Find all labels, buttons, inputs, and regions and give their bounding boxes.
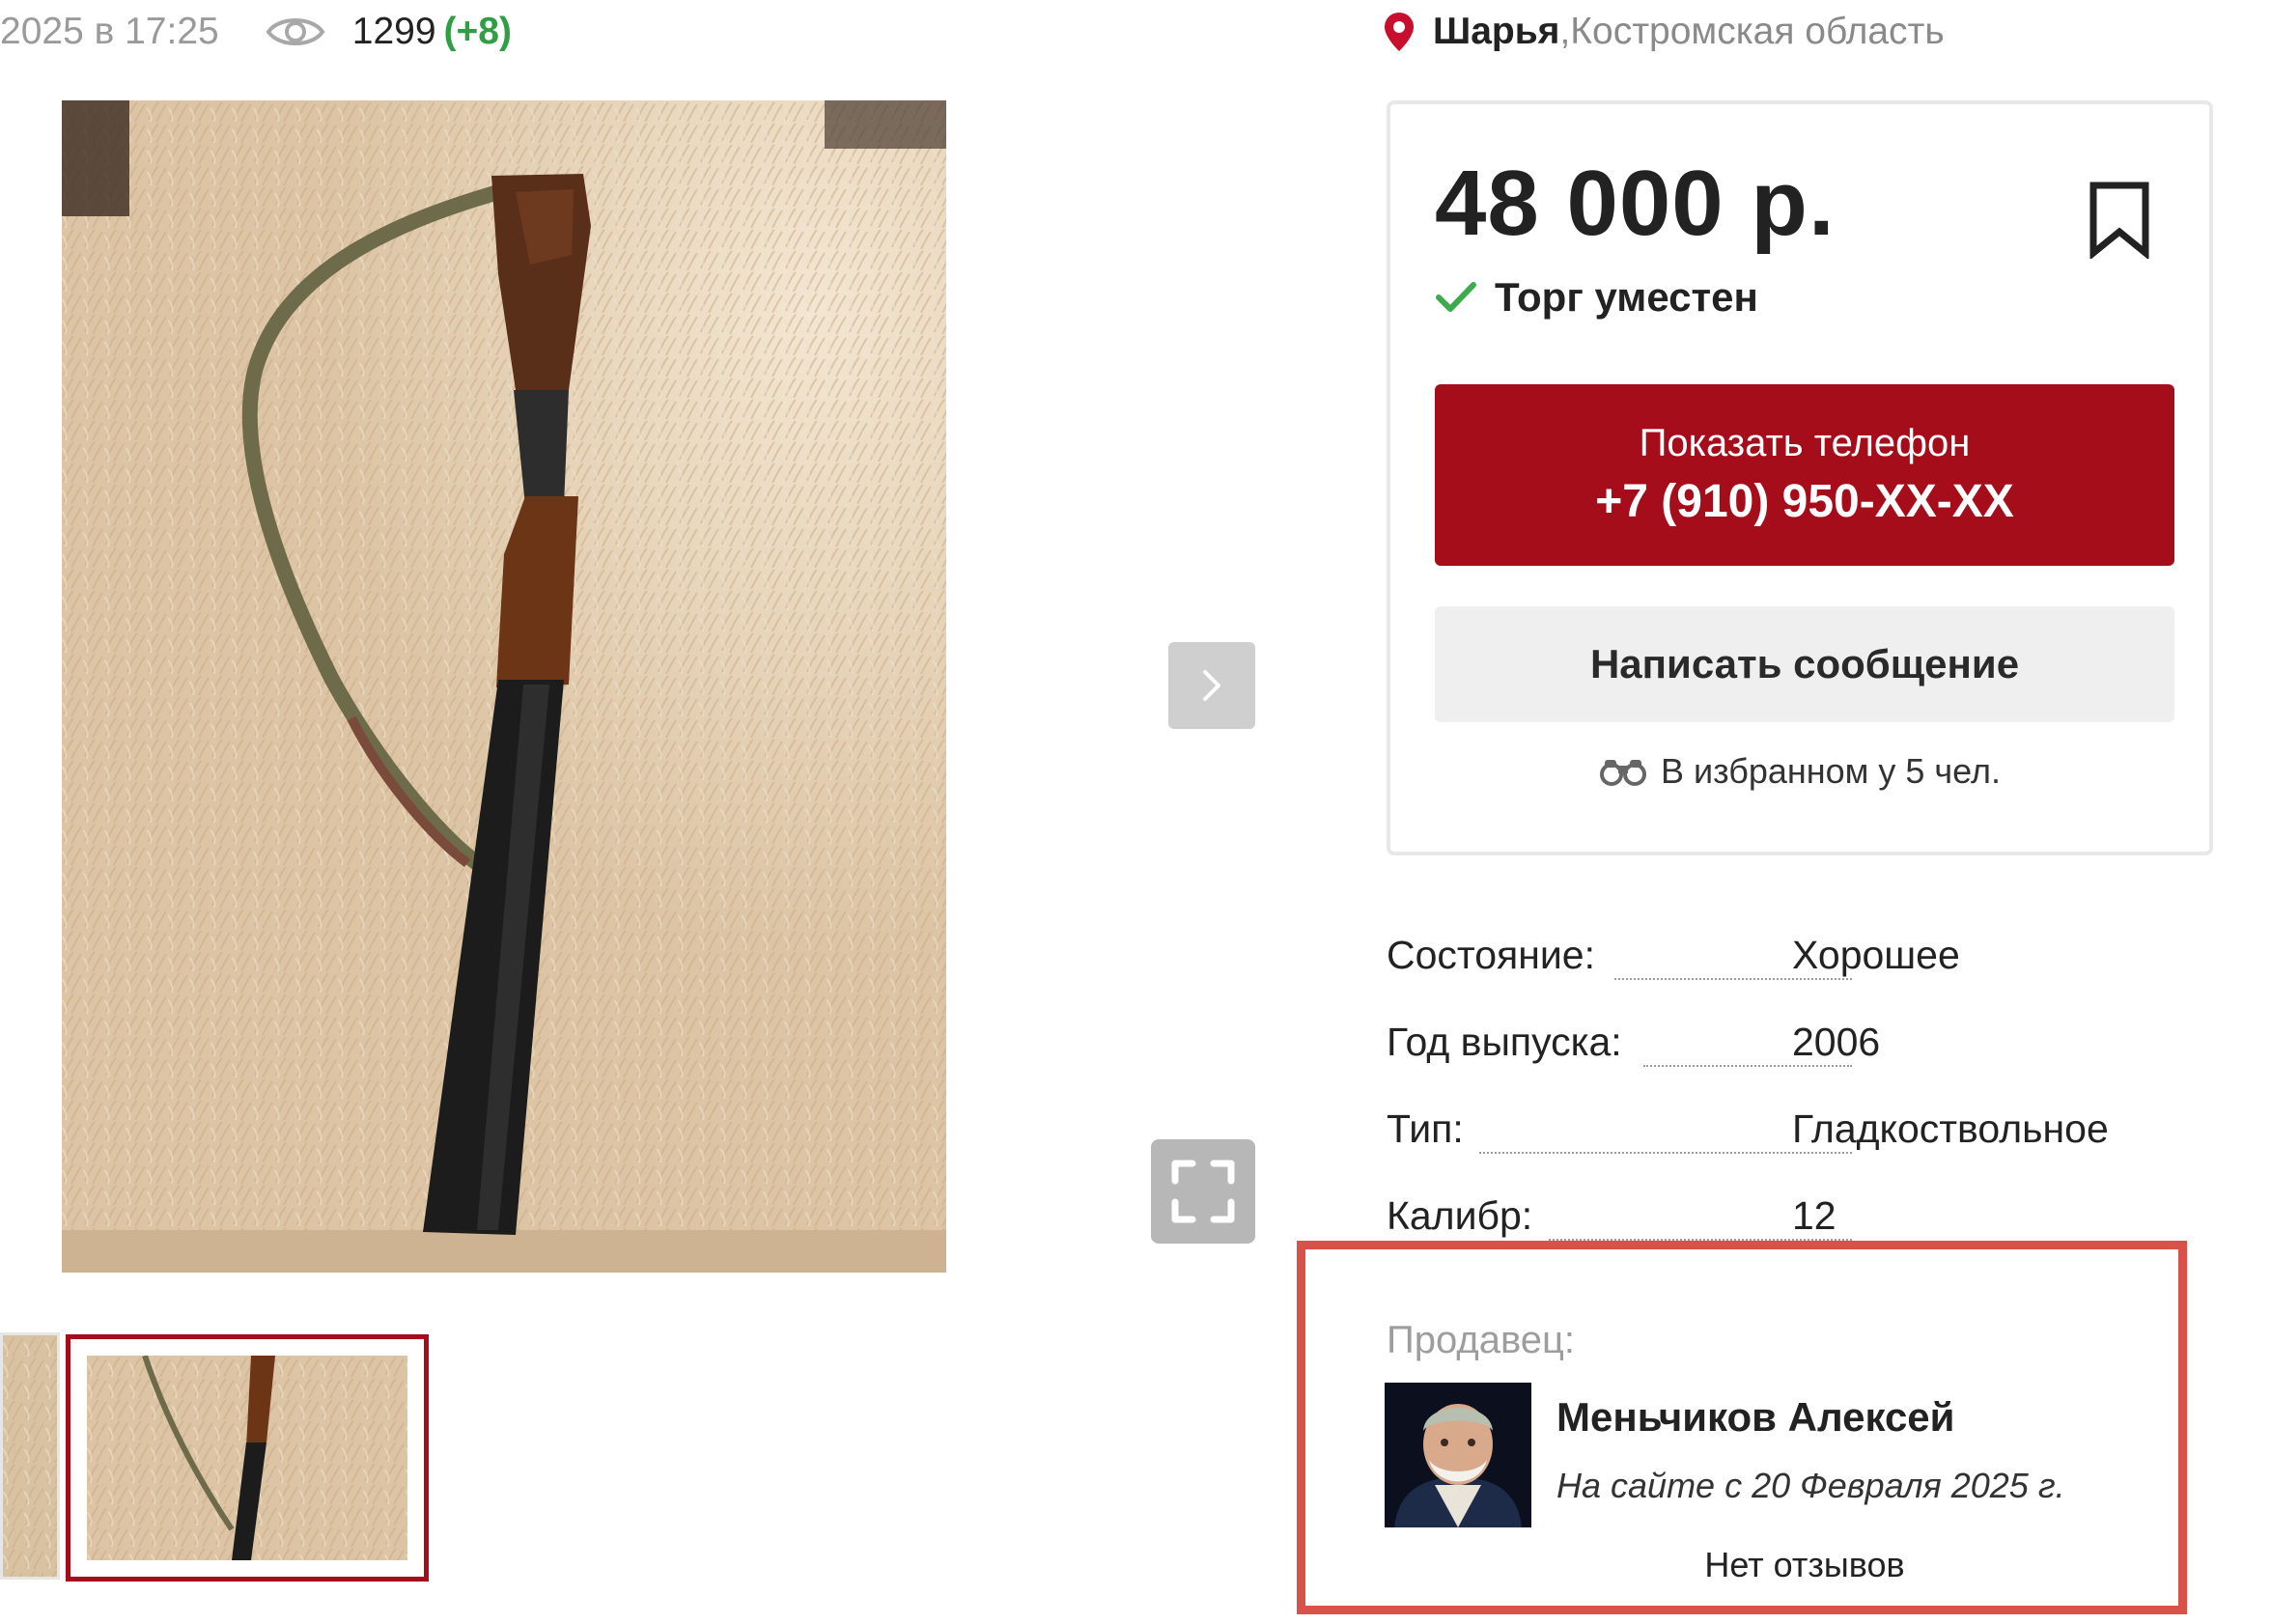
spec-value: Хорошее [1792, 933, 1960, 977]
spec-value: 12 [1792, 1193, 1836, 1238]
price-card: 48 000 р. Торг уместен Показать телефон … [1387, 100, 2213, 855]
spec-row: Состояние: Хорошее [1387, 933, 2227, 1020]
specs-list: Состояние: Хорошее Год выпуска: 2006 Тип… [1387, 933, 2227, 1280]
spec-key: Год выпуска: [1387, 1020, 1622, 1065]
spec-leader [1643, 1065, 1852, 1067]
views-count: 1299 [351, 11, 436, 52]
spec-row: Тип: Гладкоствольное [1387, 1106, 2227, 1193]
next-photo-button[interactable] [1168, 642, 1255, 729]
spec-leader [1479, 1152, 1852, 1154]
chevron-right-icon [1203, 670, 1220, 701]
fullscreen-button[interactable] [1151, 1139, 1255, 1244]
photo-thumbnail-active[interactable] [66, 1334, 429, 1582]
location-city: Шарья [1433, 11, 1560, 52]
map-pin-icon [1383, 11, 1416, 53]
main-photo[interactable] [62, 100, 946, 1273]
spec-row: Год выпуска: 2006 [1387, 1020, 2227, 1106]
photo-thumbnail[interactable] [0, 1332, 60, 1580]
spec-value: Гладкоствольное [1792, 1106, 2109, 1151]
listing-page: 2025 в 17:25 1299 (+8) Шарья, Костромска… [0, 0, 2271, 1624]
seller-avatar[interactable] [1385, 1383, 1531, 1527]
phone-number: +7 (910) 950-XX-XX [1595, 476, 2014, 527]
bookmark-button[interactable] [2088, 182, 2151, 261]
spec-key: Состояние: [1387, 933, 1595, 978]
spec-value: 2006 [1792, 1020, 1881, 1064]
check-icon [1436, 282, 1476, 312]
location-separator: , [1559, 11, 1571, 52]
bargain-label: Торг уместен [1495, 274, 1758, 320]
favorites-count: В избранном у 5 чел. [1390, 751, 2209, 792]
eye-icon [266, 13, 325, 51]
spec-leader [1614, 978, 1852, 980]
seller-member-since: На сайте с 20 Февраля 2025 г. [1556, 1466, 2065, 1505]
seller-label: Продавец: [1387, 1319, 1576, 1361]
listing-meta: 2025 в 17:25 1299 (+8) [0, 0, 512, 64]
spec-key: Калибр: [1387, 1193, 1533, 1239]
spec-key: Тип: [1387, 1106, 1464, 1152]
send-message-button[interactable]: Написать сообщение [1435, 606, 2174, 722]
location-region: Костромская область [1570, 11, 1945, 52]
bookmark-icon [2089, 182, 2149, 261]
publish-date: 2025 в 17:25 [0, 11, 219, 52]
show-phone-label: Показать телефон [1639, 422, 1971, 464]
fullscreen-icon [1171, 1160, 1235, 1223]
binoculars-icon [1599, 760, 1646, 786]
seller-name[interactable]: Меньчиков Алексей [1556, 1394, 1954, 1441]
price: 48 000 р. [1435, 152, 1836, 255]
bargain-status: Торг уместен [1435, 274, 1758, 321]
favorites-text: В избранном у 5 чел. [1660, 751, 2002, 791]
views-delta: (+8) [443, 11, 512, 52]
show-phone-button[interactable]: Показать телефон +7 (910) 950-XX-XX [1435, 384, 2174, 566]
location[interactable]: Шарья, Костромская область [1383, 0, 1945, 64]
seller-reviews-link[interactable]: Нет отзывов [1387, 1545, 2223, 1585]
